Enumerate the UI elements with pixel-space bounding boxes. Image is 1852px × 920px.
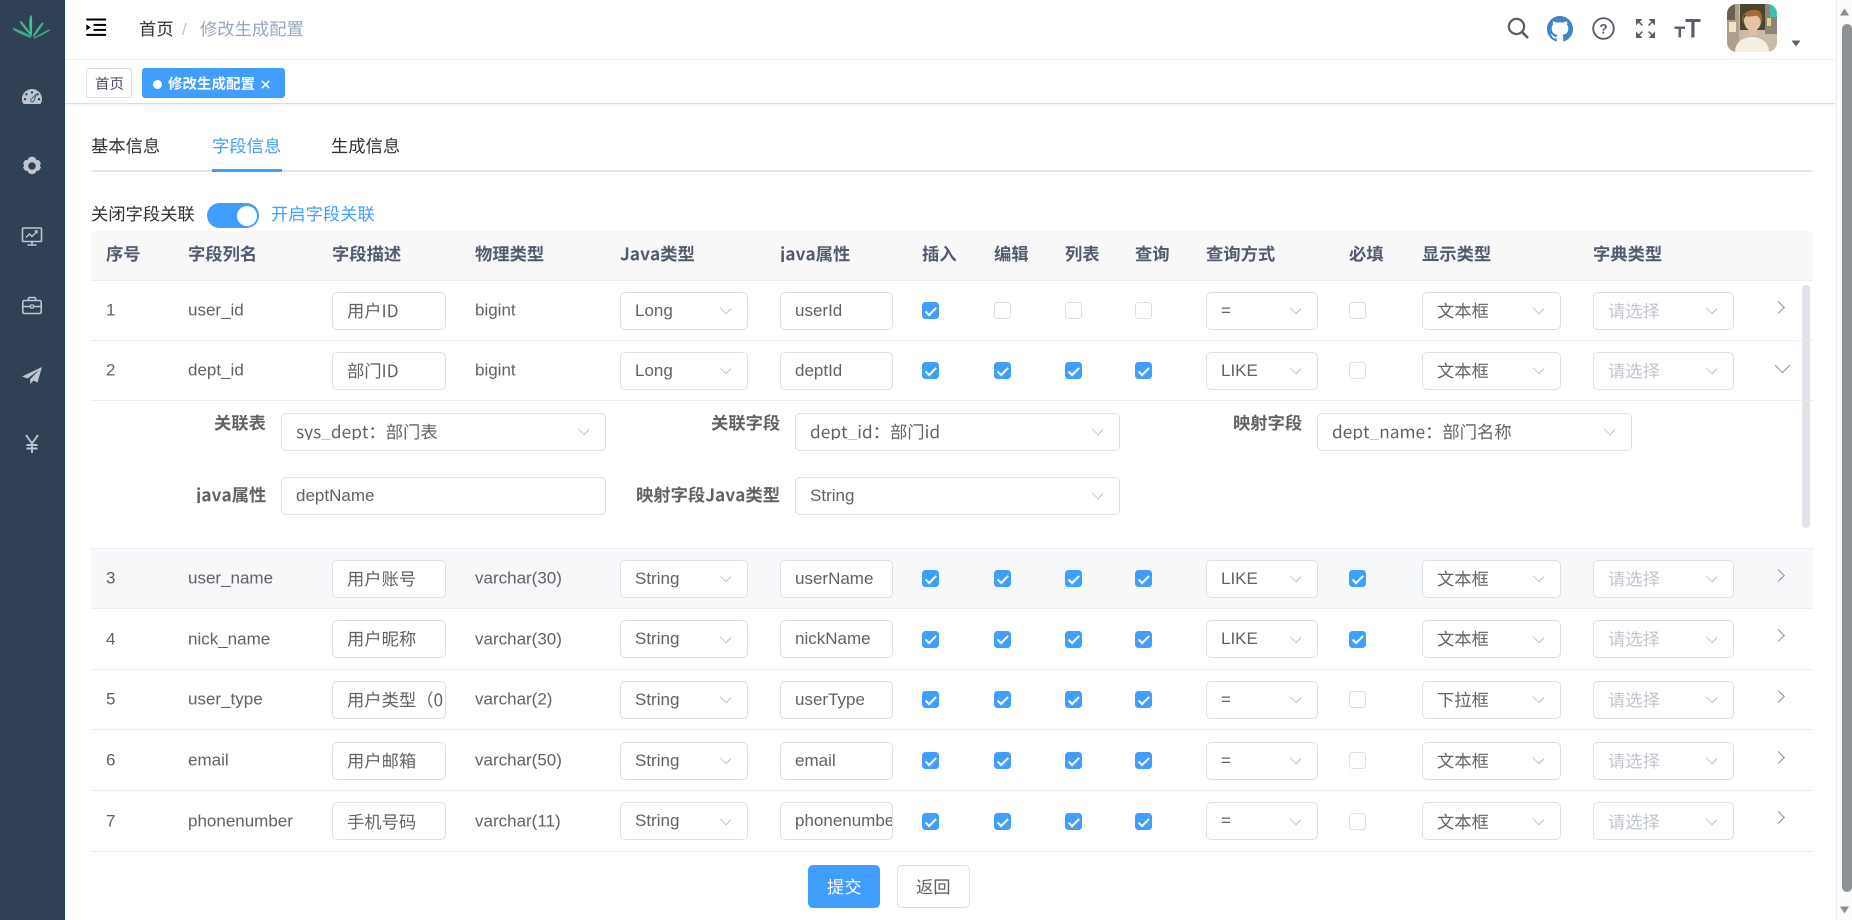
svg-text:?: ? [1599,21,1607,36]
